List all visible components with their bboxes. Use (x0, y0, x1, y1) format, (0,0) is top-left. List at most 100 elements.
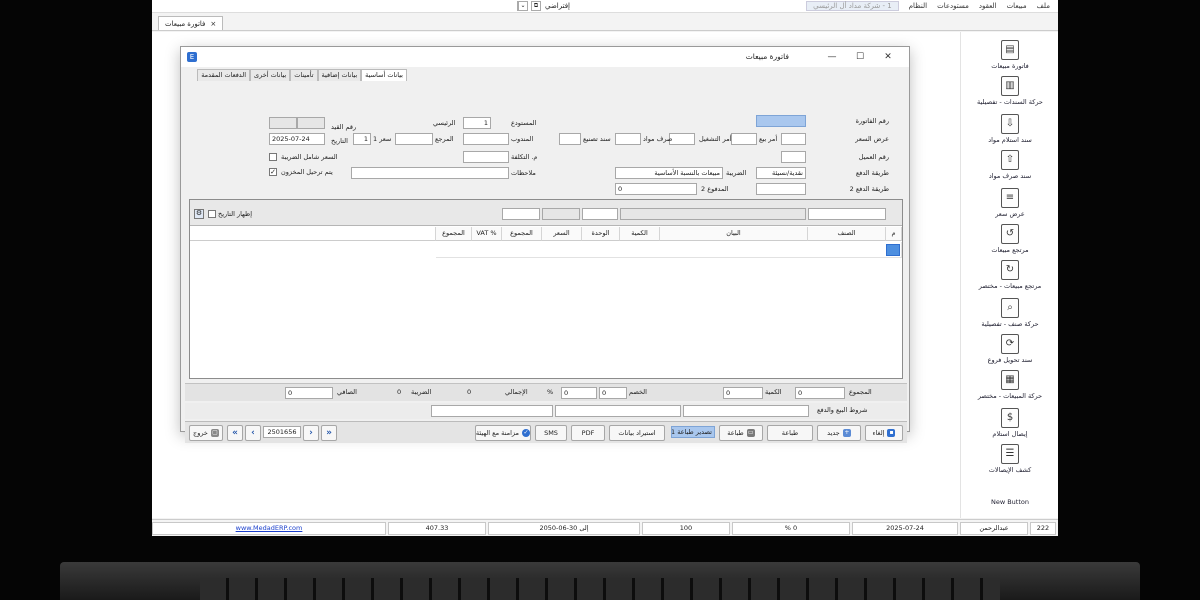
pdf-button[interactable]: PDF (571, 425, 605, 441)
quote-icon: ≡ (1001, 188, 1019, 208)
shortcut-vouchers-detailed[interactable]: ▥ حركة السندات - تفصيلية (961, 76, 1058, 106)
keyboard (200, 578, 1000, 600)
menu-sales[interactable]: مبيعات (1007, 2, 1027, 10)
menu-contracts[interactable]: العقود (979, 2, 997, 10)
menu-file[interactable]: ملف (1037, 2, 1050, 10)
show-date-checkbox[interactable] (208, 210, 216, 218)
menu-warehouses[interactable]: مستودعات (937, 2, 969, 10)
new-shortcut-button[interactable]: New Button (961, 498, 1058, 506)
grid-filter-price[interactable] (502, 208, 540, 220)
active-row-indicator[interactable] (886, 244, 900, 256)
payment-method-select[interactable]: نقدية/نسيئة (756, 167, 806, 179)
tab-extra-data[interactable]: بيانات إضافية (317, 69, 362, 81)
grid-settings-icon[interactable]: ⚙ (194, 209, 204, 219)
discount-field[interactable]: 0 (599, 387, 627, 399)
shortcut-receipt[interactable]: $ إيصال استلام (961, 408, 1058, 438)
invoice-no-field[interactable] (756, 115, 806, 127)
grid-filter-desc[interactable] (620, 208, 806, 220)
shortcut-sales-invoice[interactable]: ▤ فاتورة مبيعات (961, 40, 1058, 70)
tax-total-value: 0 (397, 388, 402, 396)
window-minimize-icon[interactable]: — (825, 50, 839, 64)
menu-system[interactable]: النظام (909, 2, 927, 10)
sms-button[interactable]: SMS (535, 425, 567, 441)
layout-icon[interactable]: ⧉ (531, 1, 541, 11)
shortcut-sales-movement[interactable]: ▦ حركة المبيعات - مختصر (961, 370, 1058, 400)
material-disbursement-field[interactable] (615, 133, 641, 145)
tax-select[interactable]: مبيعات بالنسبة الأساسية (615, 167, 723, 179)
table-row[interactable] (436, 242, 902, 258)
price-incl-tax-checkbox[interactable] (269, 153, 277, 161)
tab-sales-invoice[interactable]: فاتورة مبيعات × (158, 16, 224, 30)
import-data-button[interactable]: استيراد بيانات (609, 425, 665, 441)
quote-offer-field[interactable] (781, 133, 806, 145)
status-website-link[interactable]: www.MedadERP.com (152, 522, 386, 535)
toolbar-label[interactable]: إفتراضي (545, 2, 570, 10)
window-maximize-icon[interactable]: ☐ (853, 50, 867, 64)
cancel-button[interactable]: ▪إلغاء (865, 425, 903, 441)
supply-order-field[interactable] (731, 133, 757, 145)
tab-other-data[interactable]: بيانات أخرى (250, 69, 291, 81)
manufacture-voucher-field[interactable] (559, 133, 581, 145)
col-qty: الكمية (620, 227, 660, 241)
col-description: البيان (660, 227, 808, 241)
close-icon[interactable]: × (210, 20, 216, 28)
col-unit: الوحدة (582, 227, 620, 241)
shortcut-sales-return-short[interactable]: ↻ مرتجع مبيعات - مختصر (961, 260, 1058, 290)
return-icon: ↺ (1001, 224, 1019, 244)
grid-filter-unit[interactable] (542, 208, 580, 220)
grid-filter-item[interactable] (808, 208, 886, 220)
menu-bar: ملف مبيعات العقود مستودعات النظام 1 - شر… (152, 0, 1058, 13)
window-close-icon[interactable]: ✕ (881, 50, 895, 64)
new-doc-icon: + (842, 429, 851, 437)
last-record-button[interactable]: » (321, 425, 337, 441)
notes-field[interactable] (351, 167, 509, 179)
entry-no-field[interactable] (269, 117, 297, 129)
grid-filter-qty[interactable] (582, 208, 618, 220)
rate-select[interactable]: 1 (353, 133, 371, 145)
terms-field-2[interactable] (555, 405, 681, 417)
paid-2-field[interactable]: 0 (615, 183, 697, 195)
record-number-field[interactable]: 2501656 (263, 426, 301, 438)
payment-method-2-select[interactable] (756, 183, 806, 195)
customer-no-field[interactable] (781, 151, 806, 163)
discount-pct-field[interactable]: 0 (561, 387, 597, 399)
shortcut-disburse-materials[interactable]: ⇧ سند صرف مواد (961, 150, 1058, 180)
sync-authority-button[interactable]: ✓مزامنة مع الهيئة (475, 425, 531, 441)
tab-insurance[interactable]: تأمينات (290, 69, 318, 81)
exit-button[interactable]: ▢خروج (189, 425, 223, 441)
terms-field-1[interactable] (683, 405, 809, 417)
item-movement-icon: ⌕ (1001, 298, 1019, 318)
terms-field-3[interactable] (431, 405, 553, 417)
shortcut-sales-return[interactable]: ↺ مرتجع مبيعات (961, 224, 1058, 254)
pct-sign: % (547, 388, 554, 396)
window-titlebar: E فاتورة مبيعات ✕ ☐ — (181, 47, 909, 67)
tab-advance-payments[interactable]: الدفعات المقدمة (197, 69, 251, 81)
first-record-button[interactable]: « (227, 425, 243, 441)
shortcut-receive-materials[interactable]: ⇩ سند استلام مواد (961, 114, 1058, 144)
auto-post-checkbox[interactable]: ✓ (269, 168, 277, 176)
prev-record-button[interactable]: ‹ (245, 425, 261, 441)
next-record-button[interactable]: › (303, 425, 319, 441)
company-selector[interactable]: 1 - شركة مداد أل الرئيسي (806, 1, 899, 11)
chevron-down-icon[interactable]: ⌄ (518, 1, 528, 11)
reference-field[interactable] (395, 133, 433, 145)
tab-basic-data[interactable]: بيانات أساسية (361, 69, 407, 81)
tax-total-label: الضريبة (411, 388, 432, 396)
shortcut-branch-transfer[interactable]: ⟳ سند تحويل فروع (961, 334, 1058, 364)
date-field[interactable]: 2025-07-24 (269, 133, 325, 145)
entry-no-field-2[interactable] (297, 117, 325, 129)
warehouse-field[interactable]: 1 (463, 117, 491, 129)
shortcut-item-movement[interactable]: ⌕ حركة صنف - تفصيلية (961, 298, 1058, 328)
print-template-select[interactable]: تصدير طباعة 1 (671, 426, 715, 438)
new-button[interactable]: +جديد (817, 425, 861, 441)
material-disbursement-label: صرف مواد (643, 135, 673, 143)
status-expiry: إلى 30-06-2050 (488, 522, 640, 535)
print-preview-button[interactable]: ▭طباعة (719, 425, 763, 441)
work-order-field[interactable] (669, 133, 695, 145)
cost-center-field[interactable] (463, 151, 509, 163)
delegate-select[interactable] (463, 133, 509, 145)
terms-label: شروط البيع والدفع (817, 406, 868, 414)
shortcut-receipts-list[interactable]: ☰ كشف الإيصالات (961, 444, 1058, 474)
shortcut-quote[interactable]: ≡ عرض سعر (961, 188, 1058, 218)
print-button[interactable]: طباعة (767, 425, 813, 441)
